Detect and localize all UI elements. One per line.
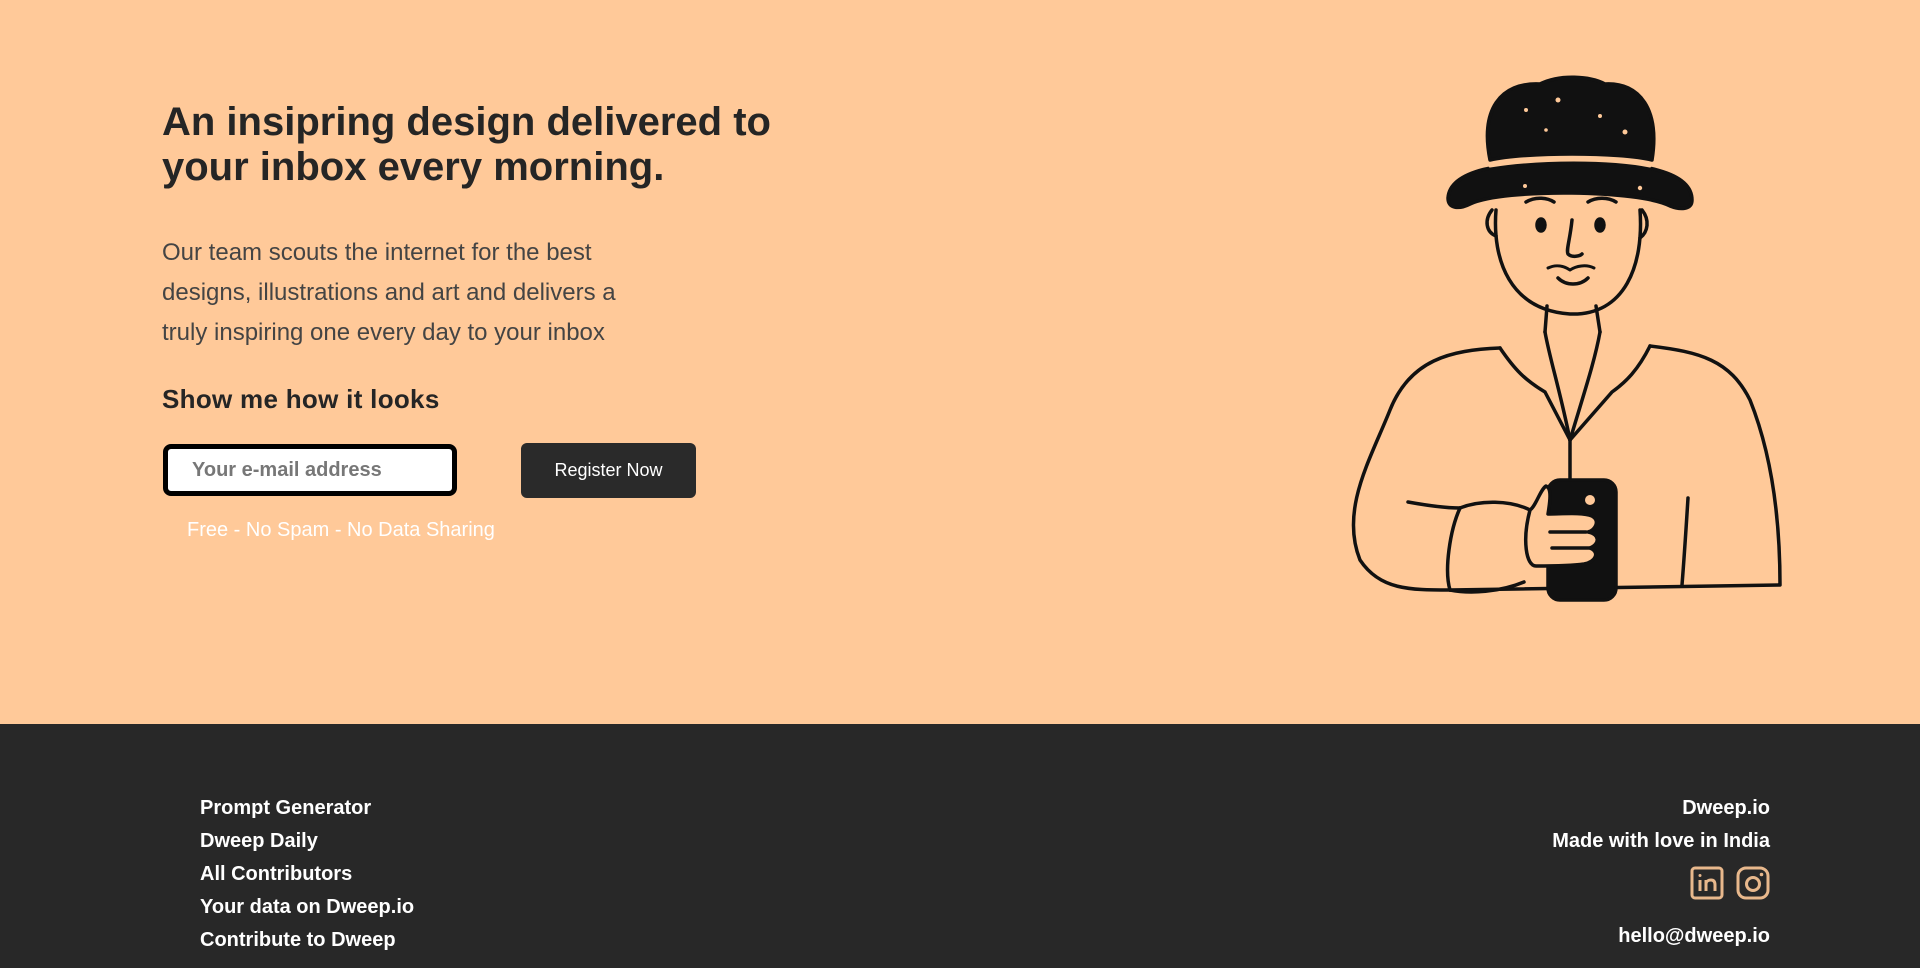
register-button[interactable]: Register Now <box>521 443 696 498</box>
footer-link-all-contributors[interactable]: All Contributors <box>200 858 414 891</box>
footer-link-contribute[interactable]: Contribute to Dweep <box>200 924 414 957</box>
hero-section: An insipring design delivered to your in… <box>0 0 1920 724</box>
hero-description: Our team scouts the internet for the bes… <box>162 239 616 346</box>
disclaimer-text: Free - No Spam - No Data Sharing <box>187 519 495 541</box>
email-input[interactable] <box>163 444 457 496</box>
footer-link-dweep-daily[interactable]: Dweep Daily <box>200 825 414 858</box>
footer-link-prompt-generator[interactable]: Prompt Generator <box>200 792 414 825</box>
man-with-hat-illustration <box>1351 75 1782 602</box>
footer-info: Dweep.io Made with love in India hello@d… <box>1552 792 1770 950</box>
footer-brand: Dweep.io <box>1682 797 1770 819</box>
footer-tagline: Made with love in India <box>1552 830 1770 852</box>
social-links <box>1552 866 1770 900</box>
footer-links: Prompt Generator Dweep Daily All Contrib… <box>200 792 414 957</box>
hero-headline: An insipring design delivered to your in… <box>162 100 771 189</box>
footer: Prompt Generator Dweep Daily All Contrib… <box>0 724 1920 968</box>
footer-email-link[interactable]: hello@dweep.io <box>1552 922 1770 950</box>
linkedin-icon[interactable] <box>1690 866 1724 900</box>
footer-link-your-data[interactable]: Your data on Dweep.io <box>200 891 414 924</box>
instagram-icon[interactable] <box>1736 866 1770 900</box>
cta-heading: Show me how it looks <box>162 384 440 414</box>
